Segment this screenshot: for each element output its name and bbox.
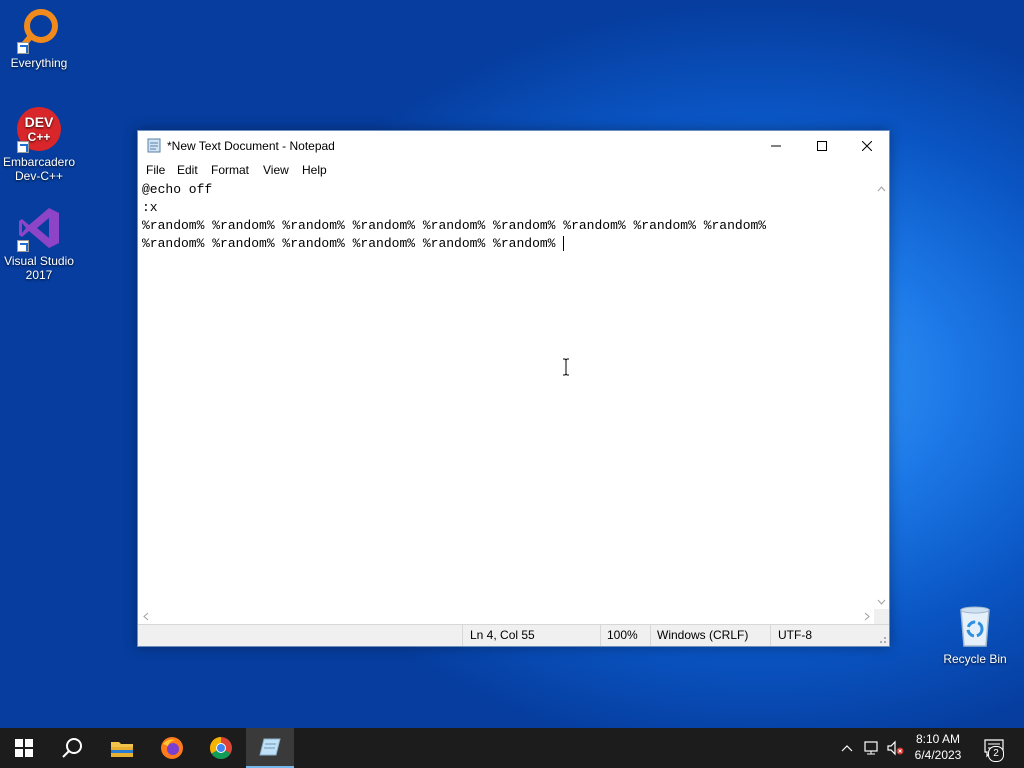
scroll-down-icon[interactable] <box>874 594 889 609</box>
notification-badge: 2 <box>988 746 1004 762</box>
status-divider <box>600 625 601 646</box>
resize-grip-icon[interactable] <box>877 634 887 644</box>
start-button[interactable] <box>0 728 48 768</box>
scroll-left-icon[interactable] <box>138 609 153 624</box>
status-divider <box>770 625 771 646</box>
shortcut-arrow-icon <box>17 240 29 252</box>
maximize-icon <box>817 141 827 151</box>
search-button[interactable] <box>48 728 96 768</box>
taskbar-file-explorer[interactable] <box>98 728 146 768</box>
status-divider <box>650 625 651 646</box>
minimize-button[interactable] <box>753 131 799 161</box>
taskbar-firefox[interactable] <box>148 728 196 768</box>
chevron-up-icon <box>841 745 853 752</box>
menu-bar: File Edit Format View Help <box>138 161 889 181</box>
volume-muted-icon <box>887 740 904 756</box>
status-encoding: UTF-8 <box>778 628 812 642</box>
editor-line: :x <box>142 200 158 215</box>
notepad-icon <box>147 138 161 153</box>
notepad-window[interactable]: *New Text Document - Notepad File Edit F… <box>137 130 890 647</box>
status-zoom: 100% <box>607 628 638 642</box>
maximize-button[interactable] <box>799 131 845 161</box>
menu-edit[interactable]: Edit <box>177 163 198 177</box>
status-bar: Ln 4, Col 55 100% Windows (CRLF) UTF-8 <box>138 624 889 646</box>
svg-text:DEV: DEV <box>25 114 54 130</box>
notepad-icon <box>259 738 281 756</box>
clock-time: 8:10 AM <box>915 732 961 746</box>
text-caret <box>563 236 565 252</box>
windows-logo-icon <box>15 739 33 757</box>
text-editor[interactable]: @echo off :x %random% %random% %random% %r… <box>138 181 874 609</box>
chrome-icon <box>210 737 232 759</box>
editor-line: @echo off <box>142 182 213 197</box>
minimize-icon <box>771 145 781 147</box>
desktop-icon-label: Visual Studio 2017 <box>4 254 74 282</box>
shortcut-arrow-icon <box>17 141 29 153</box>
show-hidden-icons-button[interactable] <box>838 728 856 768</box>
taskbar-clock[interactable]: 8:10 AM 6/4/2023 <box>906 731 970 763</box>
network-tray-button[interactable] <box>860 728 882 768</box>
desktop-icon-devcpp[interactable]: DEV C++ Embarcadero Dev-C++ <box>0 105 78 183</box>
firefox-icon <box>161 737 183 759</box>
status-position: Ln 4, Col 55 <box>470 628 535 642</box>
everything-icon <box>15 6 63 54</box>
status-divider <box>462 625 463 646</box>
volume-tray-button[interactable] <box>884 728 906 768</box>
status-line-ending: Windows (CRLF) <box>657 628 749 642</box>
network-icon <box>864 741 878 755</box>
shortcut-arrow-icon <box>17 42 29 54</box>
close-icon <box>862 141 872 151</box>
vertical-scrollbar[interactable] <box>874 181 889 609</box>
desktop-icon-label: Everything <box>10 56 68 70</box>
close-button[interactable] <box>844 131 890 161</box>
taskbar-notepad[interactable] <box>246 728 294 768</box>
menu-help[interactable]: Help <box>302 163 327 177</box>
clock-date: 6/4/2023 <box>914 748 962 762</box>
desktop-icon-label: Recycle Bin <box>943 652 1007 666</box>
editor-line: %random% %random% %random% %random% %ran… <box>142 218 767 233</box>
menu-file[interactable]: File <box>146 163 165 177</box>
taskbar: 8:10 AM 6/4/2023 2 <box>0 728 1024 768</box>
scroll-up-icon[interactable] <box>874 181 889 196</box>
folder-icon <box>111 742 133 757</box>
search-icon <box>62 738 82 758</box>
desktop-icon-visual-studio[interactable]: Visual Studio 2017 <box>0 204 78 282</box>
title-bar[interactable]: *New Text Document - Notepad <box>138 131 889 161</box>
text-cursor-icon <box>563 358 569 376</box>
desktop-icon-label: Embarcadero Dev-C++ <box>2 155 76 183</box>
scroll-right-icon[interactable] <box>859 609 874 624</box>
svg-text:C++: C++ <box>28 130 51 144</box>
desktop-icon-recycle-bin[interactable]: Recycle Bin <box>936 602 1014 666</box>
menu-format[interactable]: Format <box>211 163 249 177</box>
window-title: *New Text Document - Notepad <box>167 139 335 153</box>
taskbar-chrome[interactable] <box>197 728 245 768</box>
editor-line: %random% %random% %random% %random% %ran… <box>142 236 565 252</box>
scrollbar-corner <box>874 609 889 624</box>
devcpp-icon: DEV C++ <box>15 105 63 153</box>
horizontal-scrollbar[interactable] <box>138 609 874 624</box>
recycle-bin-icon <box>951 602 999 650</box>
menu-view[interactable]: View <box>263 163 289 177</box>
action-center-button[interactable]: 2 <box>978 728 1010 768</box>
desktop-icon-everything[interactable]: Everything <box>0 6 78 70</box>
visual-studio-icon <box>15 204 63 252</box>
